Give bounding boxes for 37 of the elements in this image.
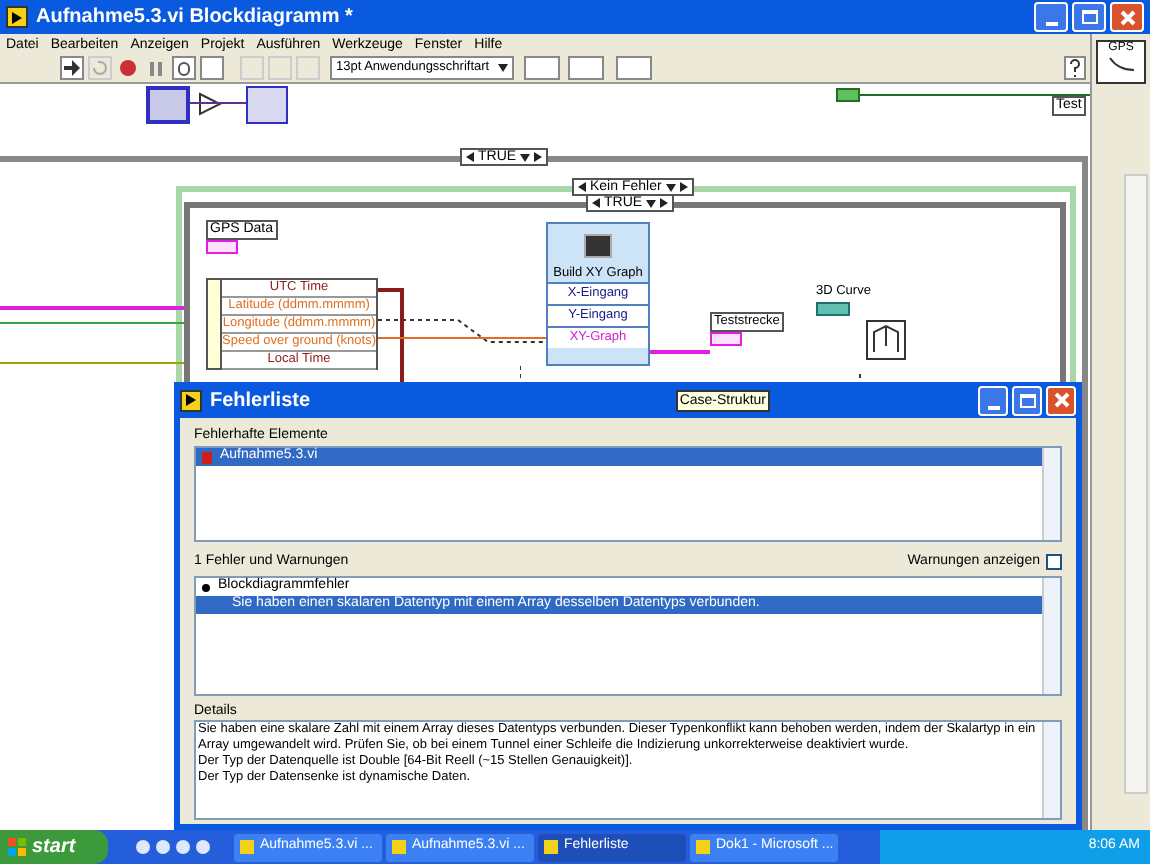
help-icon[interactable] [1064,56,1086,80]
window-title: Aufnahme5.3.vi Blockdiagramm * [36,4,355,32]
maximize-button[interactable] [1012,385,1042,415]
dropdown-arrow-icon [498,64,508,72]
start-button[interactable]: start [0,830,108,864]
wire [650,348,710,356]
reorder-dropdown[interactable] [616,56,652,80]
decrement-arrow-icon [466,152,474,162]
labview-icon [180,389,202,411]
minimize-button[interactable] [1034,2,1068,32]
distribute-dropdown[interactable] [568,56,604,80]
graph-subvi-node [246,86,288,124]
scrollbar [1042,448,1060,540]
scrollbar [1042,722,1060,818]
error-icon [202,451,212,463]
cube-icon [866,320,906,360]
close-icon [1119,9,1135,25]
array-terminal [206,240,238,254]
dialog-title: Fehlerliste [210,387,313,415]
abort-icon[interactable] [116,56,140,80]
array-indicator [710,332,742,346]
lightbulb-icon[interactable] [172,56,196,80]
close-button[interactable] [1046,385,1076,415]
subvi-node [146,86,190,124]
windows-logo-icon [8,838,26,856]
increment-arrow-icon [534,152,543,162]
align-dropdown[interactable] [524,56,560,80]
constant-node [816,302,850,316]
dropdown-arrow-icon [520,153,531,161]
close-button[interactable] [1110,2,1144,32]
labview-icon [6,6,28,28]
curve-icon [1107,56,1135,72]
close-icon [1053,392,1069,408]
run-arrow-icon[interactable] [60,56,84,80]
scrollbar [1042,578,1060,694]
minimize-button[interactable] [978,385,1008,415]
maximize-button[interactable] [1072,2,1106,32]
